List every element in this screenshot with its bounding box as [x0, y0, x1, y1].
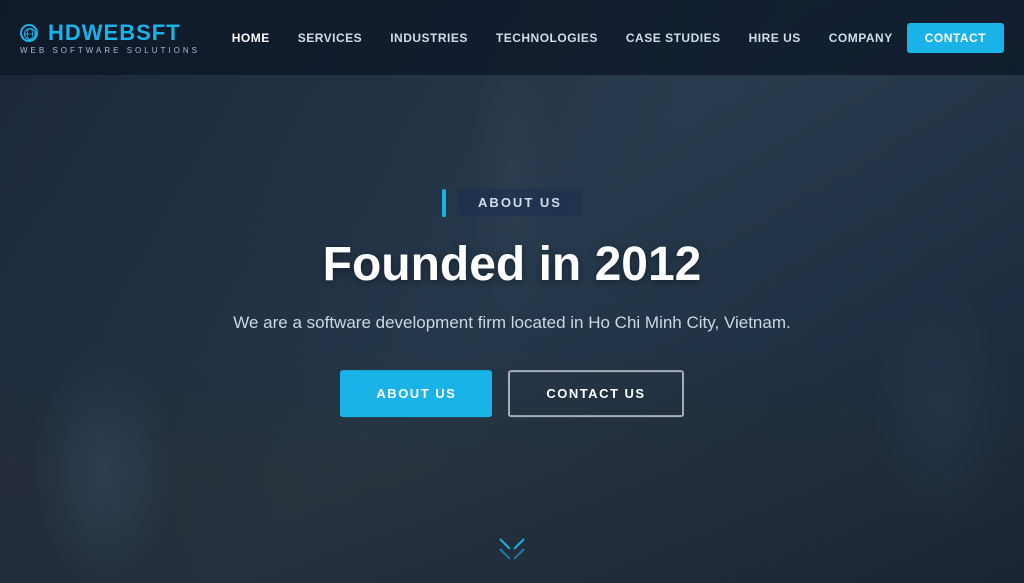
navbar: HDWEBSFT WEB SOFTWARE SOLUTIONS HOME SER… — [0, 0, 1024, 75]
nav-item-case-studies[interactable]: CASE STUDIES — [612, 29, 735, 47]
nav-link-hire-us[interactable]: HIRE US — [735, 23, 815, 53]
chevron-down-icon-2 — [500, 544, 524, 558]
nav-item-services[interactable]: SERVICES — [284, 29, 376, 47]
scroll-indicator[interactable] — [500, 534, 524, 558]
nav-link-home[interactable]: HOME — [218, 23, 284, 53]
hero-content: ABOUT US Founded in 2012 We are a softwa… — [162, 189, 862, 417]
nav-link-services[interactable]: SERVICES — [284, 23, 376, 53]
nav-item-contact[interactable]: CONTACT — [907, 29, 1004, 47]
about-us-button[interactable]: ABOUT US — [340, 370, 492, 417]
contact-us-button[interactable]: CONTACT US — [508, 370, 683, 417]
logo-tagline: WEB SOFTWARE SOLUTIONS — [20, 46, 200, 55]
nav-item-industries[interactable]: INDUSTRIES — [376, 29, 482, 47]
hero-subtitle: We are a software development firm locat… — [162, 310, 862, 336]
nav-link-industries[interactable]: INDUSTRIES — [376, 23, 482, 53]
nav-item-home[interactable]: HOME — [218, 29, 284, 47]
hero-section: HDWEBSFT WEB SOFTWARE SOLUTIONS HOME SER… — [0, 0, 1024, 583]
nav-contact-button[interactable]: CONTACT — [907, 23, 1004, 53]
nav-item-company[interactable]: COMPANY — [815, 29, 907, 47]
hero-title: Founded in 2012 — [162, 237, 862, 292]
logo-globe-icon — [20, 24, 38, 42]
nav-link-technologies[interactable]: TECHNOLOGIES — [482, 23, 612, 53]
nav-link-company[interactable]: COMPANY — [815, 23, 907, 53]
nav-links: HOME SERVICES INDUSTRIES TECHNOLOGIES CA… — [218, 29, 1004, 47]
badge-bar — [442, 189, 446, 217]
nav-item-hire-us[interactable]: HIRE US — [735, 29, 815, 47]
nav-item-technologies[interactable]: TECHNOLOGIES — [482, 29, 612, 47]
about-badge: ABOUT US — [442, 189, 582, 217]
hero-buttons: ABOUT US CONTACT US — [162, 370, 862, 417]
badge-label: ABOUT US — [458, 189, 582, 216]
nav-link-case-studies[interactable]: CASE STUDIES — [612, 23, 735, 53]
logo-text: HDWEBSFT — [48, 20, 181, 46]
logo[interactable]: HDWEBSFT WEB SOFTWARE SOLUTIONS — [20, 20, 200, 55]
